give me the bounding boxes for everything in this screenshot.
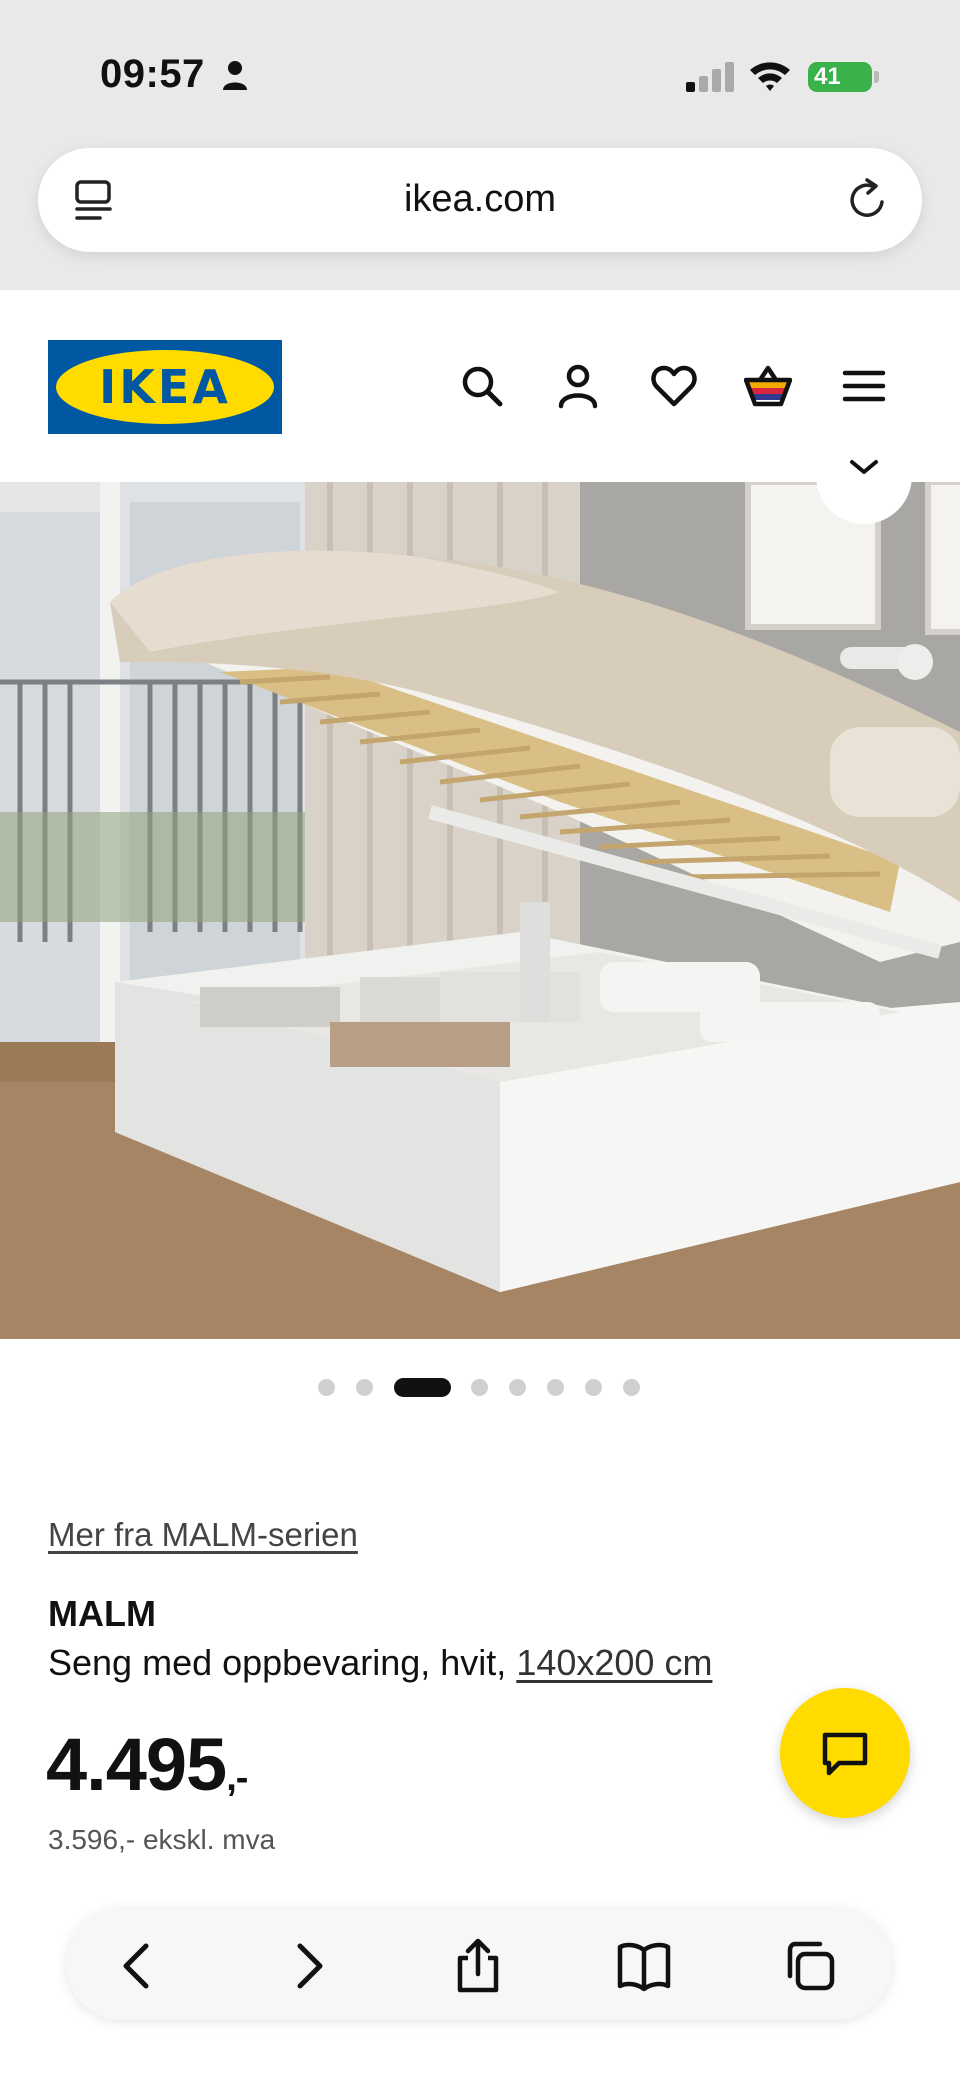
carousel-dot[interactable] [356,1379,373,1396]
product-name: MALM [48,1593,156,1634]
collapse-button[interactable] [816,452,912,524]
carousel-dot[interactable] [623,1379,640,1396]
chat-icon [822,1732,868,1776]
forward-icon[interactable] [280,1938,336,1994]
wifi-icon [750,62,790,91]
browser-chrome: 09:57 41 ikea.com [0,0,960,290]
carousel-dot[interactable] [509,1379,526,1396]
battery-indicator: 41 [808,62,872,92]
account-icon[interactable] [554,362,602,410]
address-bar[interactable]: ikea.com [38,148,922,252]
battery-tip [874,71,879,83]
share-icon[interactable] [450,1938,506,1994]
chevron-down-icon [850,460,878,474]
product-description: Seng med oppbevaring, hvit, 140x200 cm [48,1642,712,1684]
url-text[interactable]: ikea.com [38,178,922,221]
person-icon [223,61,247,90]
heart-icon[interactable] [650,362,698,410]
bookmarks-icon[interactable] [616,1938,672,1994]
series-link[interactable]: Mer fra MALM-serien [48,1516,358,1554]
carousel-dot[interactable] [547,1379,564,1396]
chat-button[interactable] [780,1688,910,1818]
logo-text: IKEA [99,360,231,414]
bed-illustration [0,482,960,1339]
cart-icon[interactable] [744,362,792,410]
signal-icon [686,62,734,92]
back-icon[interactable] [110,1938,166,1994]
carousel-dot[interactable] [318,1379,335,1396]
price-value: 4.495 [46,1723,227,1806]
browser-toolbar [66,1908,892,2020]
carousel-dot-active[interactable] [394,1378,451,1397]
price-suffix: ,- [226,1757,248,1799]
search-icon[interactable] [458,362,506,410]
product-price: 4.495,- [46,1722,248,1807]
carousel-dot[interactable] [585,1379,602,1396]
status-time: 09:57 [100,52,205,96]
size-link[interactable]: 140x200 cm [516,1642,712,1683]
product-image[interactable] [0,482,960,1339]
price-excl-vat: 3.596,- ekskl. mva [48,1824,276,1855]
carousel-dots [0,1377,960,1397]
menu-icon[interactable] [840,362,888,410]
tabs-icon[interactable] [782,1938,838,1994]
reload-icon[interactable] [846,178,890,222]
product-description-text: Seng med oppbevaring, hvit, [48,1642,517,1683]
ikea-logo[interactable]: IKEA [48,340,282,434]
carousel-dot[interactable] [471,1379,488,1396]
